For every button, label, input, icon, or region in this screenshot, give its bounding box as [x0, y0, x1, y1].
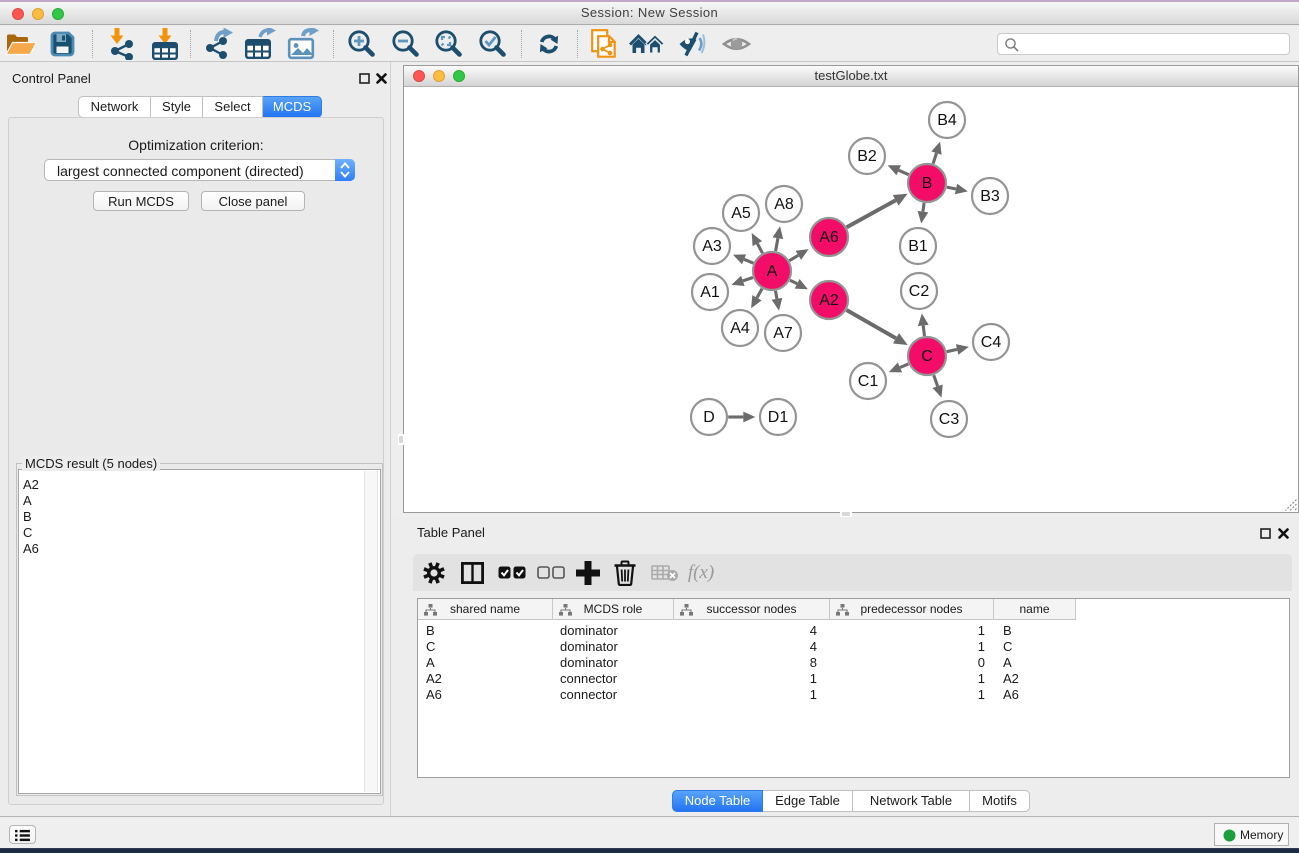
svg-text:B4: B4 [937, 112, 957, 129]
svg-text:A7: A7 [773, 325, 793, 342]
svg-text:A5: A5 [731, 205, 751, 222]
svg-text:C4: C4 [981, 334, 1002, 351]
svg-text:C1: C1 [858, 373, 879, 390]
svg-text:A1: A1 [700, 284, 720, 301]
svg-text:B: B [922, 175, 933, 192]
svg-text:A8: A8 [774, 196, 794, 213]
svg-text:B2: B2 [857, 148, 877, 165]
svg-text:D1: D1 [768, 409, 789, 426]
svg-text:A: A [767, 263, 778, 280]
svg-text:A3: A3 [702, 238, 722, 255]
svg-text:A4: A4 [730, 320, 750, 337]
svg-text:C3: C3 [939, 411, 960, 428]
svg-text:A2: A2 [819, 292, 839, 309]
svg-text:D: D [703, 409, 715, 426]
svg-text:B1: B1 [908, 238, 928, 255]
svg-text:B3: B3 [980, 188, 1000, 205]
svg-text:C: C [921, 348, 933, 365]
svg-text:A6: A6 [819, 229, 839, 246]
svg-text:C2: C2 [909, 283, 930, 300]
